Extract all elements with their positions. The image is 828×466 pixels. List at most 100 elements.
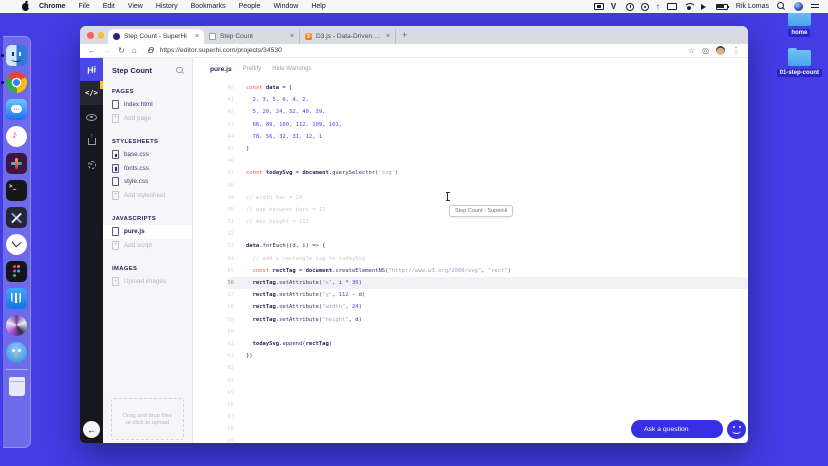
browser-tab-3[interactable]: D3.js - Data-Driven Documen×	[300, 29, 396, 44]
sidebar-item-add-stylesheet[interactable]: Add stylesheet	[103, 189, 192, 203]
dock-item-figma[interactable]	[6, 261, 27, 282]
code-line[interactable]: 46	[193, 155, 748, 167]
open-file-tab[interactable]: pure.js	[210, 66, 232, 73]
code-editor[interactable]: 40const data = [41 2, 3, 5, 6, 4, 2,42 5…	[193, 82, 748, 443]
code-line[interactable]: 61 todaySvg.append(rectTag)	[193, 338, 748, 350]
dock-item-trash[interactable]	[6, 376, 27, 397]
tab-close-icon[interactable]: ×	[195, 33, 199, 40]
dock-item-finder[interactable]	[6, 45, 27, 66]
dock-item-intercom[interactable]	[6, 288, 27, 309]
close-window-button[interactable]	[87, 32, 94, 39]
menu-file[interactable]: File	[78, 3, 89, 10]
vpn-icon[interactable]	[611, 2, 619, 11]
display-icon[interactable]	[667, 3, 677, 10]
menu-view[interactable]: View	[128, 3, 143, 10]
siri-icon[interactable]	[794, 2, 803, 11]
minimize-window-button[interactable]	[98, 32, 105, 39]
code-line[interactable]: 55 const rectTag = document.createElemen…	[193, 265, 748, 277]
dock-item-music[interactable]	[6, 126, 27, 147]
address-bar[interactable]: https://editor.superhi.com/projects/3453…	[160, 47, 681, 54]
dock-item-messages[interactable]	[6, 99, 27, 120]
sidebar-item-base-css[interactable]: base.css	[103, 148, 192, 162]
code-line[interactable]: 40const data = [	[193, 82, 748, 94]
code-line[interactable]: 47const todaySvg = document.querySelecto…	[193, 167, 748, 179]
notification-center-icon[interactable]	[811, 2, 820, 11]
menu-window[interactable]: Window	[273, 3, 298, 10]
menubar-username[interactable]: Rik Lomas	[736, 3, 769, 10]
bookmark-star-icon[interactable]: ☆	[688, 44, 695, 57]
dock-item-bird[interactable]	[6, 342, 27, 363]
code-line[interactable]: 49// width bar = 24	[193, 192, 748, 204]
back-to-dashboard-button[interactable]: ←	[83, 421, 100, 438]
menu-history[interactable]: History	[156, 3, 178, 10]
dock-item-slack[interactable]	[6, 153, 27, 174]
menu-help[interactable]: Help	[311, 3, 325, 10]
sidebar-item-upload-images[interactable]: Upload images	[103, 275, 192, 289]
clock-icon[interactable]	[626, 3, 634, 11]
menu-chrome[interactable]: Chrome	[39, 3, 65, 10]
code-line[interactable]: 54 // add a rectangle tag to todaySvg	[193, 253, 748, 265]
code-line[interactable]: 64	[193, 375, 748, 387]
sidebar-search-icon[interactable]	[176, 67, 184, 75]
arrow-up-icon[interactable]	[656, 2, 660, 11]
code-line[interactable]: 66	[193, 399, 748, 411]
prettify-button[interactable]: Prettify	[243, 66, 262, 72]
back-button[interactable]: ←	[88, 44, 96, 57]
tab-close-icon[interactable]: ×	[290, 33, 294, 40]
code-line[interactable]: 62})	[193, 350, 748, 362]
code-line[interactable]: 65	[193, 387, 748, 399]
code-line[interactable]: 59 rectTag.setAttribute("height", d)	[193, 314, 748, 326]
rail-preview-button[interactable]	[80, 105, 103, 129]
chat-smiley-button[interactable]	[727, 420, 746, 439]
sidebar-item-add-script[interactable]: Add script	[103, 239, 192, 253]
browser-menu-icon[interactable]: ⋮	[732, 44, 740, 57]
apple-menu-icon[interactable]	[22, 3, 29, 11]
code-line[interactable]: 41 2, 3, 5, 6, 4, 2,	[193, 94, 748, 106]
hide-warnings-button[interactable]: Hide Warnings	[272, 66, 311, 72]
sidebar-item-style-css[interactable]: style.css	[103, 175, 192, 189]
code-line[interactable]: 56 rectTag.setAttribute("x", i * 36)	[193, 277, 748, 289]
file-dropzone[interactable]: Drag and drop files or click to upload	[111, 398, 184, 440]
dock-item-terminal[interactable]	[6, 180, 27, 201]
sidebar-item-pure-js[interactable]: pure.js	[103, 225, 192, 239]
browser-tab-2[interactable]: Step Count×	[204, 29, 300, 44]
desktop-folder-01-step-count[interactable]: 01-step-count	[777, 50, 822, 77]
forward-button[interactable]: →	[103, 44, 111, 57]
reload-button[interactable]: ↻	[118, 44, 125, 57]
record-icon[interactable]	[641, 3, 649, 11]
sidebar-item-add-page[interactable]: Add page	[103, 112, 192, 126]
code-line[interactable]: 60	[193, 326, 748, 338]
dock-item-xcode[interactable]	[6, 207, 27, 228]
code-line[interactable]: 44 78, 56, 32, 31, 12, 1	[193, 131, 748, 143]
rail-share-button[interactable]	[80, 129, 103, 153]
sidebar-item-index-html[interactable]: index.html	[103, 98, 192, 112]
menu-people[interactable]: People	[239, 3, 261, 10]
new-tab-button[interactable]: +	[402, 28, 407, 43]
sidebar-item-fonts-css[interactable]: fonts.css	[103, 162, 192, 176]
code-line[interactable]: 43 66, 89, 100, 112, 109, 101,	[193, 119, 748, 131]
code-line[interactable]: 57 rectTag.setAttribute("y", 112 - d)	[193, 289, 748, 301]
dock-item-chrome[interactable]	[6, 72, 27, 93]
code-line[interactable]: 45]	[193, 143, 748, 155]
desktop-folder-home[interactable]: home	[788, 10, 811, 37]
menu-edit[interactable]: Edit	[103, 3, 115, 10]
spotlight-search-icon[interactable]	[777, 2, 786, 11]
battery-icon[interactable]	[716, 4, 728, 10]
screen-mirroring-icon[interactable]	[594, 3, 604, 10]
superhi-logo[interactable]: Hi	[80, 58, 103, 81]
code-line[interactable]: 42 5, 20, 24, 32, 40, 39,	[193, 106, 748, 118]
menu-bookmarks[interactable]: Bookmarks	[191, 3, 226, 10]
dock-item-media[interactable]	[6, 315, 27, 336]
code-line[interactable]: 51// max height = 112	[193, 216, 748, 228]
tab-close-icon[interactable]: ×	[386, 33, 390, 40]
browser-tab-1[interactable]: Step Count - SuperHi×	[108, 29, 204, 44]
code-line[interactable]: 48	[193, 180, 748, 192]
volume-icon[interactable]	[701, 4, 709, 10]
ask-question-button[interactable]: Ask a question	[631, 420, 723, 438]
extension-icon[interactable]: ◎	[702, 44, 709, 57]
code-line[interactable]: 52	[193, 228, 748, 240]
home-button[interactable]: ⌂	[132, 44, 137, 57]
code-line[interactable]: 53data.forEach((d, i) => {	[193, 240, 748, 252]
rail-settings-button[interactable]	[80, 153, 103, 177]
profile-avatar[interactable]	[716, 46, 725, 55]
